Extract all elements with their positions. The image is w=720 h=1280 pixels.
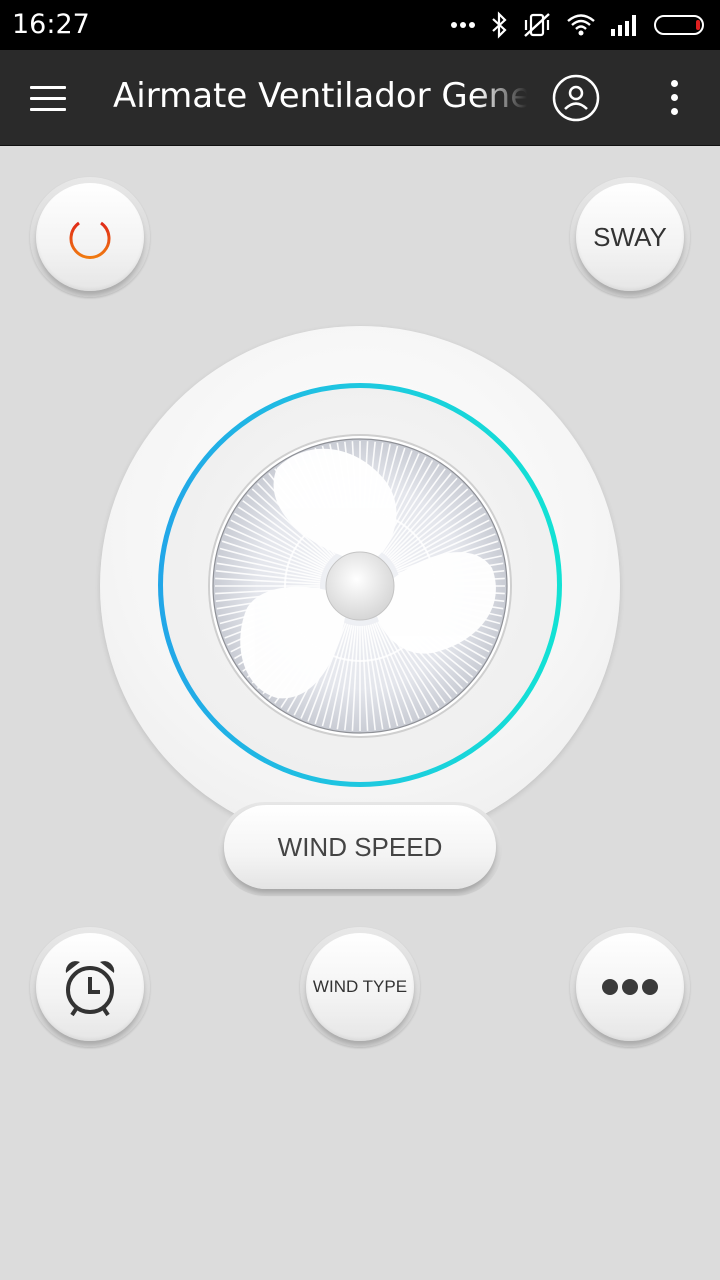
more-button[interactable] [570, 927, 690, 1047]
vibrate-off-icon [524, 13, 550, 37]
sway-label: SWAY [593, 221, 667, 252]
power-button[interactable] [30, 177, 150, 297]
wind-speed-button[interactable]: WIND SPEED [218, 802, 502, 896]
bluetooth-icon [492, 11, 507, 39]
status-icons [450, 10, 708, 40]
sway-button[interactable]: SWAY [570, 177, 690, 297]
more-dots-icon [451, 22, 475, 28]
battery-icon [654, 15, 704, 35]
app-bar: Airmate Ventilador General [0, 50, 720, 146]
wifi-icon [567, 14, 595, 36]
wind-speed-label: WIND SPEED [277, 831, 443, 862]
app-title: Airmate Ventilador General [113, 76, 527, 116]
status-bar: 16:27 [0, 0, 720, 50]
wind-type-label: WIND TYPE [312, 977, 408, 996]
signal-icon [611, 15, 636, 36]
fan-icon[interactable] [207, 433, 513, 739]
alarm-clock-icon [65, 961, 115, 1017]
status-time: 16:27 [12, 9, 90, 40]
more-icon [602, 979, 658, 995]
timer-button[interactable] [30, 927, 150, 1047]
wind-type-button[interactable]: WIND TYPE [300, 927, 420, 1047]
overflow-menu-icon[interactable] [665, 78, 685, 118]
power-icon [69, 214, 111, 259]
account-icon[interactable] [552, 74, 600, 122]
hamburger-menu-icon[interactable] [28, 80, 68, 116]
